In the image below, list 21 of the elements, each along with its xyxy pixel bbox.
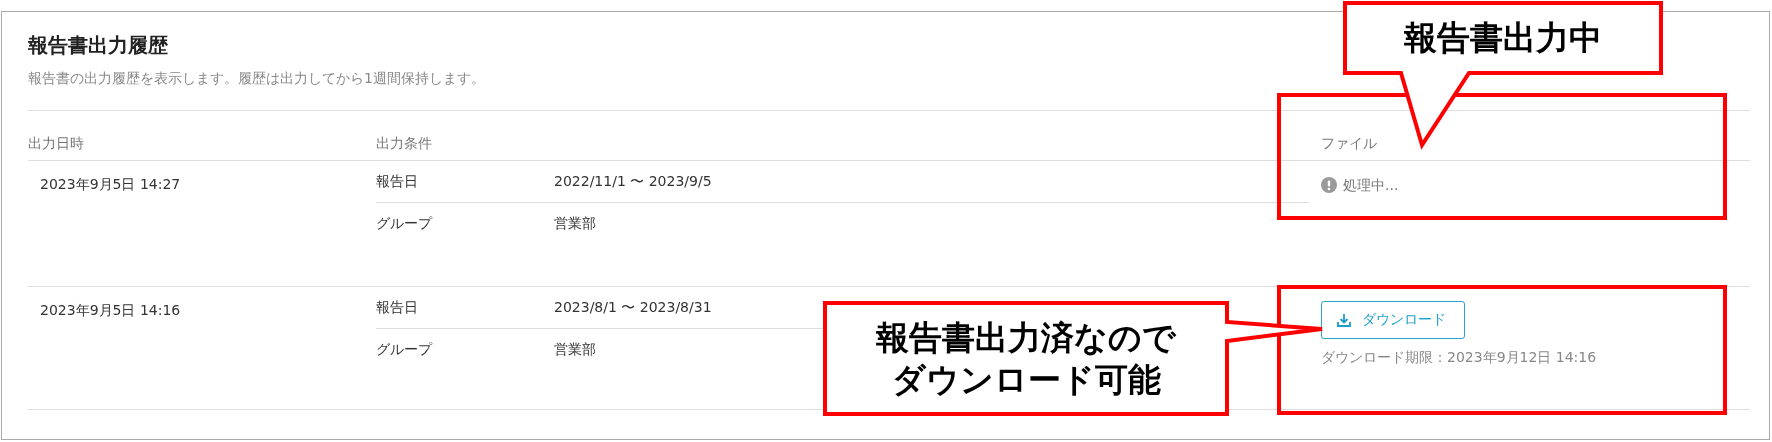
panel-description: 報告書の出力履歴を表示します。履歴は出力してから1週間保持します。	[28, 69, 486, 88]
alert-icon	[1321, 177, 1337, 193]
condition-value: 営業部	[554, 214, 597, 233]
condition-label: 報告日	[376, 172, 419, 191]
condition-label: グループ	[376, 340, 434, 359]
download-expiry: ダウンロード期限：2023年9月12日 14:16	[1321, 348, 1597, 367]
column-header: 出力日時	[28, 134, 84, 153]
callout-text: 報告書出力中	[1404, 17, 1602, 59]
panel-title: 報告書出力履歴	[28, 32, 168, 58]
datetime-cell-text: 2023年9月5日 14:16	[39, 301, 181, 320]
condition-label: 報告日	[376, 298, 419, 317]
download-icon	[1336, 312, 1352, 328]
processing-status: 処理中...	[1343, 176, 1399, 195]
column-header: 出力条件	[376, 134, 432, 153]
callout-text: 報告書出力済なので ダウンロード可能	[876, 316, 1176, 401]
download-button[interactable]: ダウンロード	[1321, 301, 1465, 339]
condition-value: 2023/8/1 〜 2023/8/31	[554, 298, 713, 317]
condition-label: グループ	[376, 214, 434, 233]
datetime-cell-text: 2023年9月5日 14:27	[39, 175, 181, 194]
column-header: ファイル	[1320, 134, 1377, 153]
condition-value: 2022/11/1 〜 2023/9/5	[554, 172, 713, 191]
